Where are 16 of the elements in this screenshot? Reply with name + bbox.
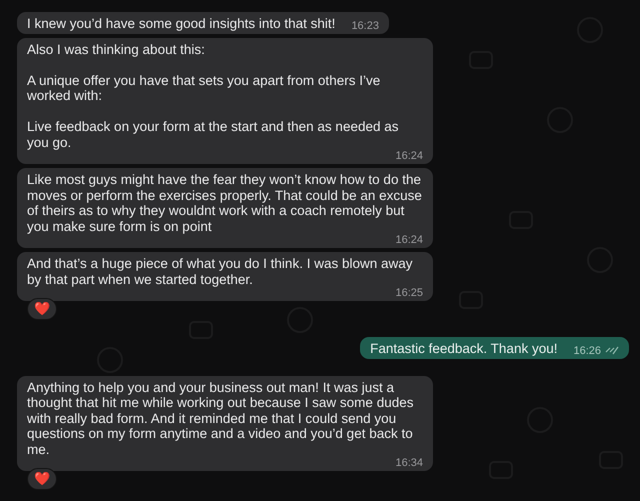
message-time: 16:23 [351,20,379,32]
message-text: Anything to help you and your business out man! It was just a thought that hit me while working out because I saw some dudes with really bad form. And it reminded me that I could send you questions on my form anytime and a video and you’d get back to me. [27,380,414,457]
message-time: 16:24 [395,150,423,162]
message-text: Also I was thinking about this: [27,42,206,57]
message-text: Fantastic feedback. Thank you! [370,341,558,356]
message-time: 16:34 [395,457,423,469]
message-time: 16:24 [395,234,423,246]
message-text: And that’s a huge piece of what you do I think. I was blown away by that part when we started together. [27,256,414,287]
reaction-badge[interactable]: ❤ [27,298,57,320]
message-time: 16:26 [573,344,601,356]
message-text: I knew you’d have some good insights into that shit! [27,16,336,32]
message-text: Like most guys might have the fear they won’t know how to do the moves or perform the exercises properly. That could be an excuse of theirs as to why they wouldnt work with a coach remotely but you make sure form is on point [27,172,423,234]
message-text: Live feedback on your form at the start and then as needed as you go. [27,119,400,150]
message-time: 16:25 [395,287,423,299]
reaction-badge[interactable]: ❤ [27,468,57,490]
message-text: A unique offer you have that sets you apart from others I’ve worked with: [27,72,382,104]
